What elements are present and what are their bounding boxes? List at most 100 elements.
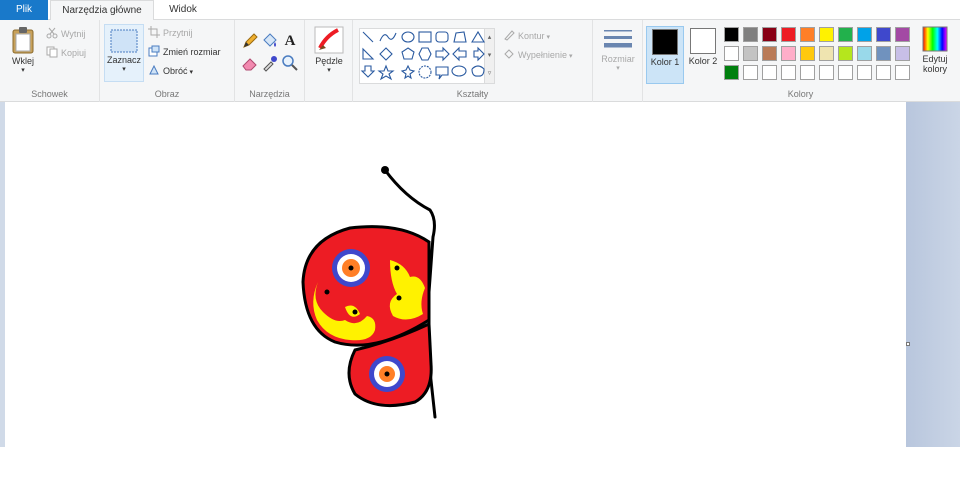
palette-color-swatch[interactable] <box>743 27 758 42</box>
resize-icon <box>148 45 160 57</box>
color-picker-icon[interactable] <box>261 54 279 72</box>
color2-button[interactable]: Kolor 2 <box>684 26 722 84</box>
brushes-button[interactable]: Pędzle ▾ <box>309 24 349 82</box>
palette-color-swatch[interactable] <box>724 65 739 80</box>
group-brushes[interactable]: Pędzle ▾ <box>305 20 353 102</box>
pencil-icon[interactable] <box>241 32 259 50</box>
fill-dropdown-icon[interactable]: ▾ <box>569 53 573 60</box>
resize-button[interactable]: Zmień rozmiar <box>148 44 221 60</box>
drawing-canvas[interactable] <box>5 102 906 447</box>
palette-color-swatch[interactable] <box>781 46 796 61</box>
crop-button[interactable]: Przytnij <box>148 25 193 41</box>
palette-color-swatch[interactable] <box>724 27 739 42</box>
palette-color-swatch[interactable] <box>876 27 891 42</box>
rotate-dropdown-icon[interactable]: ▾ <box>190 69 194 76</box>
shapes-gallery-icons <box>360 30 485 81</box>
size-dropdown-icon[interactable]: ▾ <box>597 64 639 72</box>
line-size-icon <box>604 30 632 48</box>
paste-dropdown-icon[interactable]: ▾ <box>4 66 42 74</box>
palette-color-swatch[interactable] <box>743 46 758 61</box>
select-dropdown-icon[interactable]: ▾ <box>105 65 143 73</box>
shapes-gallery-scroll[interactable]: ▴ ▾ ▿ <box>485 28 495 84</box>
palette-color-swatch[interactable] <box>762 46 777 61</box>
eraser-icon[interactable] <box>241 54 259 72</box>
group-label-clipboard: Schowek <box>31 89 68 99</box>
copy-button[interactable]: Kopiuj <box>46 45 86 61</box>
palette-color-swatch[interactable] <box>857 27 872 42</box>
size-button[interactable]: Rozmiar ▾ <box>597 24 639 82</box>
group-label-image: Obraz <box>154 89 180 99</box>
clipboard-icon <box>12 27 34 54</box>
palette-color-swatch[interactable] <box>895 65 910 80</box>
palette-color-swatch[interactable] <box>819 27 834 42</box>
canvas-background-strip <box>906 102 960 447</box>
palette-color-swatch[interactable] <box>857 46 872 61</box>
tab-file[interactable]: Plik <box>0 0 48 20</box>
fill-button[interactable]: Wypełnienie ▾ <box>503 47 572 63</box>
outline-dropdown-icon[interactable]: ▾ <box>547 34 551 41</box>
palette-color-swatch[interactable] <box>876 65 891 80</box>
palette-color-swatch[interactable] <box>762 27 777 42</box>
cut-label: Wytnij <box>61 29 86 39</box>
workspace <box>0 102 960 447</box>
palette-color-swatch[interactable] <box>857 65 872 80</box>
select-label: Zaznacz <box>106 55 141 65</box>
shapes-scroll-down-icon[interactable]: ▾ <box>485 47 494 65</box>
brushes-dropdown-icon[interactable]: ▾ <box>309 66 349 74</box>
color1-button[interactable]: Kolor 1 <box>646 26 684 84</box>
copy-label: Kopiuj <box>61 48 87 58</box>
shapes-gallery <box>359 28 485 84</box>
palette-color-swatch[interactable] <box>781 27 796 42</box>
tab-home[interactable]: Narzędzia główne <box>50 0 154 21</box>
magnifier-icon[interactable] <box>281 54 299 72</box>
fill-label: Wypełnienie <box>518 50 567 60</box>
palette-color-swatch[interactable] <box>724 46 739 61</box>
cut-button[interactable]: Wytnij <box>46 26 85 42</box>
palette-color-swatch[interactable] <box>781 65 796 80</box>
color-palette <box>724 27 916 83</box>
color2-label: Kolor 2 <box>688 56 718 66</box>
rotate-button[interactable]: Obróć ▾ <box>148 63 193 79</box>
palette-color-swatch[interactable] <box>800 46 815 61</box>
palette-color-swatch[interactable] <box>800 65 815 80</box>
group-shapes: ▴ ▾ ▿ Kontur ▾ Wypełnienie ▾ Kształty <box>353 20 593 102</box>
butterfly-drawing <box>301 166 437 419</box>
palette-color-swatch[interactable] <box>838 27 853 42</box>
tab-view[interactable]: Widok <box>158 0 208 20</box>
brushes-label: Pędzle <box>315 56 343 66</box>
palette-color-swatch[interactable] <box>838 65 853 80</box>
group-label-colors: Kolory <box>787 89 814 99</box>
shapes-scroll-up-icon[interactable]: ▴ <box>485 29 494 47</box>
ribbon: Wklej ▾ Wytnij Kopiuj Schowek Zaznacz ▾ … <box>0 20 960 102</box>
crop-icon <box>148 26 160 38</box>
group-tools: A Narzędzia <box>235 20 305 102</box>
palette-color-swatch[interactable] <box>800 27 815 42</box>
ribbon-tab-bar: Plik Narzędzia główne Widok <box>0 0 960 21</box>
text-icon[interactable]: A <box>281 32 299 50</box>
blank-area <box>0 447 960 497</box>
shapes-expand-icon[interactable]: ▿ <box>485 65 494 83</box>
palette-color-swatch[interactable] <box>819 65 834 80</box>
paste-label: Wklej <box>12 56 34 66</box>
palette-color-swatch[interactable] <box>895 27 910 42</box>
group-size[interactable]: Rozmiar ▾ <box>593 20 643 102</box>
color1-swatch <box>652 29 678 55</box>
scissors-icon <box>46 27 58 39</box>
crop-label: Przytnij <box>163 28 193 38</box>
color-spectrum-icon <box>922 26 948 52</box>
paint-window: Plik Narzędzia główne Widok Wklej ▾ Wytn… <box>0 0 960 497</box>
palette-color-swatch[interactable] <box>895 46 910 61</box>
palette-color-swatch[interactable] <box>743 65 758 80</box>
palette-color-swatch[interactable] <box>838 46 853 61</box>
outline-button[interactable]: Kontur ▾ <box>503 28 550 44</box>
palette-color-swatch[interactable] <box>762 65 777 80</box>
palette-color-swatch[interactable] <box>876 46 891 61</box>
edit-colors-button[interactable]: Edytuj kolory <box>916 24 954 82</box>
bucket-icon[interactable] <box>261 32 279 50</box>
paste-button[interactable]: Wklej ▾ <box>4 24 42 82</box>
canvas-resize-handle[interactable] <box>906 342 910 346</box>
outline-label: Kontur <box>518 31 545 41</box>
group-label-tools: Narzędzia <box>249 89 290 99</box>
select-button[interactable]: Zaznacz ▾ <box>104 24 144 82</box>
palette-color-swatch[interactable] <box>819 46 834 61</box>
